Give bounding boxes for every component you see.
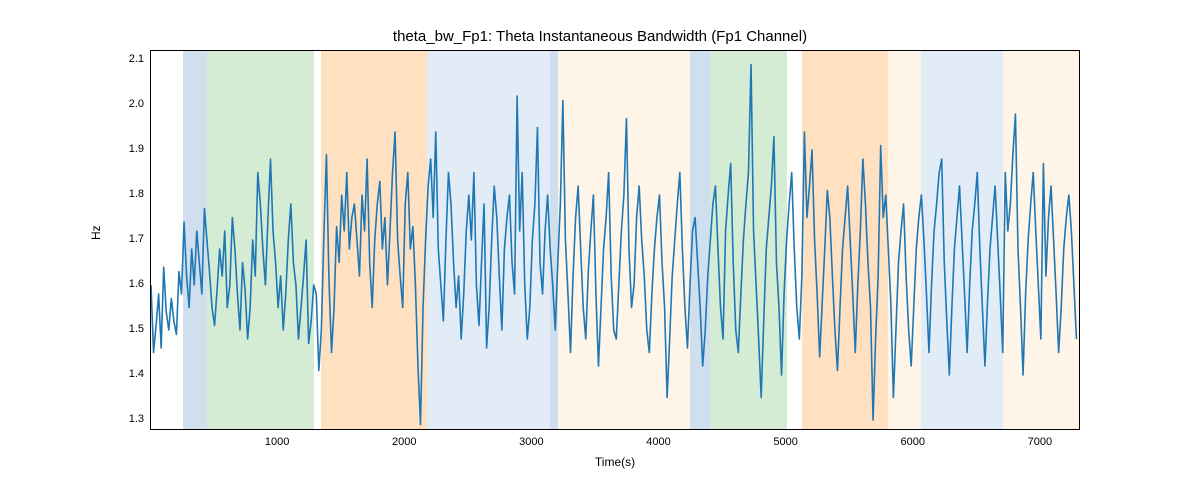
y-tick-label: 1.9 [129, 143, 144, 155]
y-tick-label: 1.7 [129, 233, 144, 245]
x-tick-label: 2000 [392, 436, 416, 448]
x-tick-label: 7000 [1028, 436, 1052, 448]
x-tick-label: 4000 [646, 436, 670, 448]
plot-area [150, 50, 1080, 430]
x-axis-label: Time(s) [150, 455, 1080, 469]
line-series [151, 51, 1079, 429]
y-tick-label: 1.8 [129, 188, 144, 200]
y-tick-label: 1.6 [129, 278, 144, 290]
x-tick-label: 1000 [265, 436, 289, 448]
x-tick-label: 3000 [519, 436, 543, 448]
y-tick-label: 1.5 [129, 323, 144, 335]
y-axis-label: Hz [89, 225, 103, 240]
chart-title: theta_bw_Fp1: Theta Instantaneous Bandwi… [0, 28, 1200, 45]
chart-container: theta_bw_Fp1: Theta Instantaneous Bandwi… [0, 0, 1200, 500]
y-tick-label: 1.4 [129, 368, 144, 380]
y-tick-label: 2.0 [129, 98, 144, 110]
y-tick-label: 2.1 [129, 53, 144, 65]
y-tick-label: 1.3 [129, 413, 144, 425]
x-tick-label: 6000 [900, 436, 924, 448]
x-tick-label: 5000 [773, 436, 797, 448]
